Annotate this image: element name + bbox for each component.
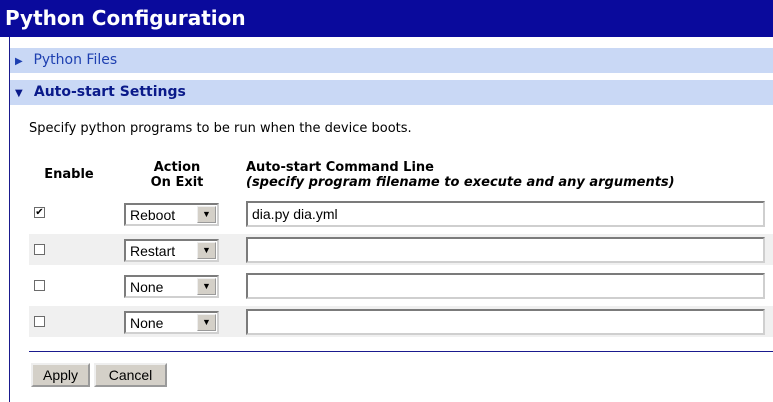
section-auto-start-settings-label: Auto-start Settings — [33, 84, 186, 100]
expanded-triangle-icon: ▼ — [15, 88, 23, 99]
description-text: Specify python programs to be run when t… — [29, 121, 412, 136]
cancel-button[interactable]: Cancel — [94, 363, 167, 387]
action-on-exit-select[interactable]: Reboot ▼ — [124, 203, 219, 226]
apply-button[interactable]: Apply — [31, 363, 90, 387]
column-header-enable: Enable — [44, 167, 94, 182]
action-on-exit-value: None — [130, 315, 164, 331]
command-line-input[interactable] — [246, 309, 765, 335]
action-on-exit-select[interactable]: None ▼ — [124, 275, 219, 298]
column-header-action-line2: On Exit — [150, 175, 204, 190]
enable-checkbox[interactable]: ✔ — [34, 207, 45, 218]
action-on-exit-value: Restart — [130, 243, 176, 259]
action-on-exit-value: Reboot — [130, 207, 176, 223]
page-title: Python Configuration — [0, 0, 773, 37]
divider — [29, 351, 773, 352]
section-auto-start-settings[interactable]: ▼ Auto-start Settings — [10, 80, 773, 105]
column-header-command-line1: Auto-start Command Line — [246, 160, 434, 175]
chevron-down-icon[interactable]: ▼ — [197, 242, 216, 259]
chevron-down-icon[interactable]: ▼ — [197, 314, 216, 331]
chevron-down-icon[interactable]: ▼ — [197, 206, 216, 223]
command-line-input[interactable] — [246, 237, 765, 263]
section-python-files-label: Python Files — [33, 52, 118, 68]
enable-checkbox[interactable] — [34, 280, 45, 291]
command-line-input[interactable] — [246, 273, 765, 299]
enable-checkbox[interactable] — [34, 316, 45, 327]
action-on-exit-select[interactable]: None ▼ — [124, 311, 219, 334]
column-header-command-line2: (specify program filename to execute and… — [246, 175, 675, 190]
chevron-down-icon[interactable]: ▼ — [197, 278, 216, 295]
column-header-action-line1: Action — [153, 160, 201, 175]
action-on-exit-value: None — [130, 279, 164, 295]
command-line-input[interactable]: dia.py dia.yml — [246, 201, 765, 227]
enable-checkbox[interactable] — [34, 244, 45, 255]
column-header-command: Auto-start Command Line (specify program… — [246, 160, 675, 190]
column-header-action: Action On Exit — [124, 160, 230, 190]
section-python-files[interactable]: ▶ Python Files — [10, 48, 773, 73]
collapsed-triangle-icon: ▶ — [15, 56, 23, 67]
action-on-exit-select[interactable]: Restart ▼ — [124, 239, 219, 262]
